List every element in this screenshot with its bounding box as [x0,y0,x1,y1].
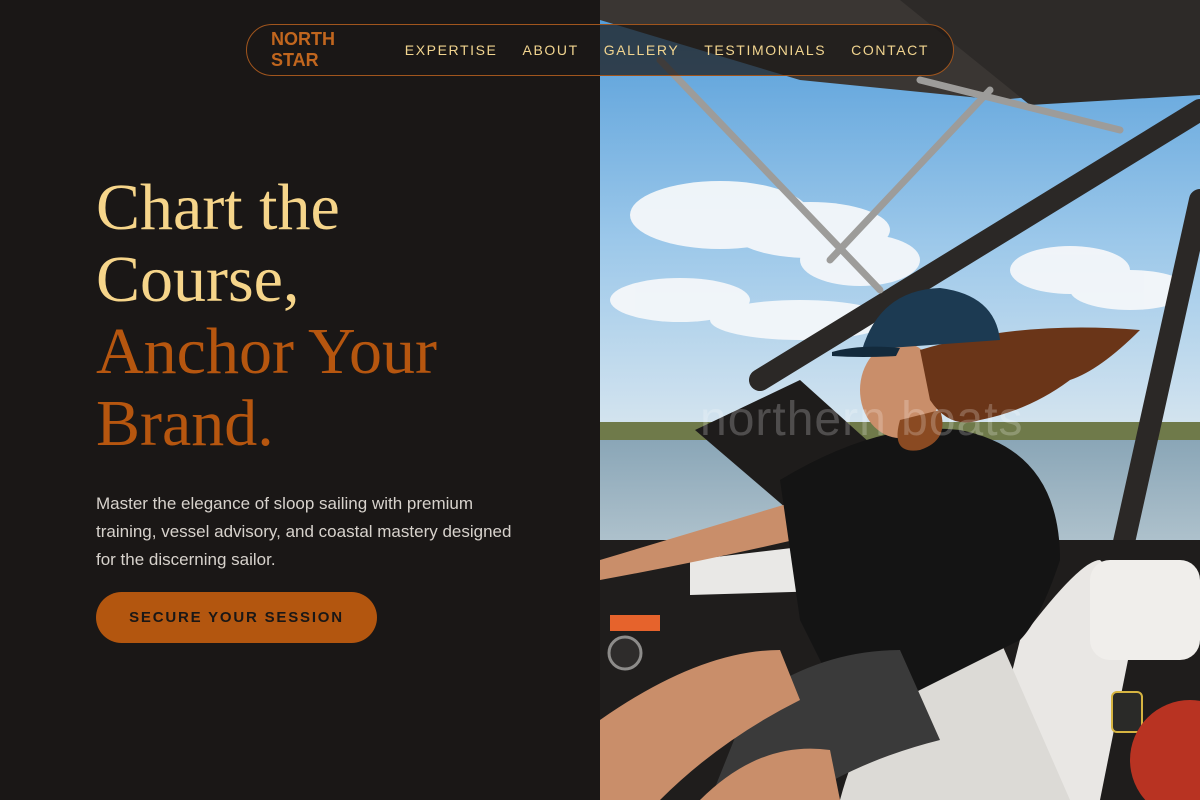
headline-line-1: Chart the [96,171,340,244]
headline-line-4: Brand. [96,387,274,460]
nav-link-testimonials[interactable]: TESTIMONIALS [704,42,826,58]
hero-panel: Chart the Course, Anchor Your Brand. Mas… [0,0,600,800]
nav-link-contact[interactable]: CONTACT [851,42,929,58]
hero-headline: Chart the Course, Anchor Your Brand. [96,172,576,460]
top-navigation: NORTH STAR EXPERTISE ABOUT GALLERY TESTI… [246,24,954,76]
hero-description: Master the elegance of sloop sailing wit… [96,494,512,569]
secure-session-button[interactable]: SECURE YOUR SESSION [96,592,377,643]
nav-link-gallery[interactable]: GALLERY [604,42,680,58]
hero-photo: northern boats [600,0,1200,800]
photo-watermark: northern boats [700,393,1024,446]
nav-link-expertise[interactable]: EXPERTISE [405,42,498,58]
hero-content: Chart the Course, Anchor Your Brand. Mas… [96,172,576,591]
nav-link-about[interactable]: ABOUT [523,42,579,58]
headline-line-2: Course, [96,243,300,316]
headline-line-3: Anchor Your [96,315,438,388]
brand-logo[interactable]: NORTH STAR [271,29,373,71]
landing-page: Chart the Course, Anchor Your Brand. Mas… [0,0,1200,800]
